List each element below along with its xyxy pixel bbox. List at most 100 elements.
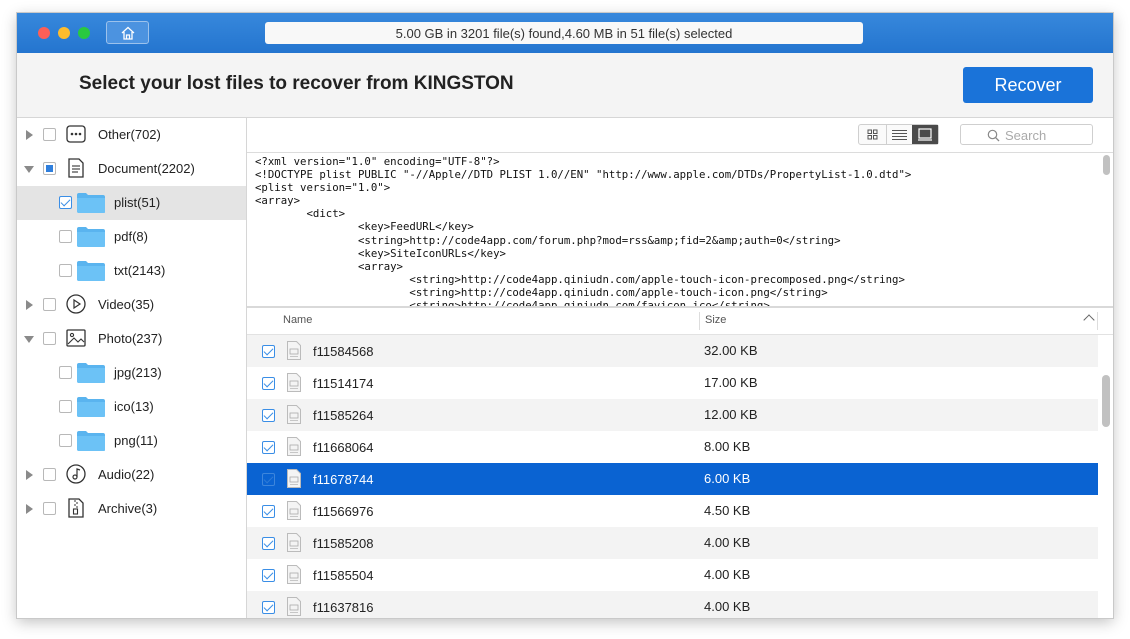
row-checkbox[interactable] [262, 377, 275, 390]
table-row[interactable]: f11584568 32.00 KB [247, 335, 1098, 367]
file-name: f11514174 [313, 376, 374, 391]
file-size: 12.00 KB [704, 407, 758, 422]
file-icon [287, 341, 301, 360]
checkbox[interactable] [43, 502, 56, 515]
row-checkbox[interactable] [262, 441, 275, 454]
row-checkbox[interactable] [262, 505, 275, 518]
file-icon [287, 501, 301, 520]
table-scrollbar[interactable] [1099, 335, 1113, 618]
tree-item-png[interactable]: png(11) [17, 424, 246, 458]
tree-item-label: jpg(213) [114, 365, 162, 380]
column-header-size[interactable]: Size [705, 314, 726, 326]
checkbox[interactable] [43, 468, 56, 481]
tree-item-plist[interactable]: plist(51) [17, 186, 246, 220]
checkbox[interactable] [43, 332, 56, 345]
preview-scrollbar[interactable] [1103, 155, 1110, 299]
file-icon [287, 469, 301, 488]
collapse-arrow-icon[interactable] [24, 166, 34, 173]
tree-item-txt[interactable]: txt(2143) [17, 254, 246, 288]
table-row[interactable]: f11585264 12.00 KB [247, 399, 1098, 431]
checkbox[interactable] [43, 298, 56, 311]
folder-icon [77, 261, 105, 281]
file-size: 17.00 KB [704, 375, 758, 390]
checkbox[interactable] [59, 264, 72, 277]
expand-arrow-icon[interactable] [26, 130, 33, 140]
collapse-arrow-icon[interactable] [24, 336, 34, 343]
search-placeholder: Search [1005, 128, 1047, 143]
row-checkbox[interactable] [262, 601, 275, 614]
column-divider [699, 312, 700, 330]
zip-icon [68, 498, 84, 518]
title-bar: 5.00 GB in 3201 file(s) found,4.60 MB in… [17, 13, 1113, 53]
file-icon [287, 437, 301, 456]
table-row[interactable]: f11637816 4.00 KB [247, 591, 1098, 618]
tree-item-jpg[interactable]: jpg(213) [17, 356, 246, 390]
home-icon [121, 26, 135, 40]
table-scroll-thumb[interactable] [1102, 375, 1110, 427]
table-row[interactable]: f11585208 4.00 KB [247, 527, 1098, 559]
row-checkbox[interactable] [262, 409, 275, 422]
grid-view-button[interactable] [859, 125, 886, 144]
file-name: f11668064 [313, 440, 374, 455]
expand-arrow-icon[interactable] [26, 300, 33, 310]
row-checkbox[interactable] [262, 537, 275, 550]
music-icon [66, 464, 86, 484]
file-preview-pane[interactable]: <?xml version="1.0" encoding="UTF-8"?> <… [247, 153, 1113, 308]
file-name: f11678744 [313, 472, 374, 487]
column-header-name[interactable]: Name [283, 314, 312, 326]
play-icon [66, 294, 86, 314]
row-checkbox[interactable] [262, 345, 275, 358]
search-input[interactable]: Search [960, 124, 1093, 145]
zoom-window-button[interactable] [78, 27, 90, 39]
checkbox[interactable] [59, 230, 72, 243]
tree-item-video[interactable]: Video(35) [17, 288, 246, 322]
row-checkbox[interactable] [262, 473, 275, 486]
file-name: f11585264 [313, 408, 374, 423]
preview-view-button[interactable] [912, 125, 938, 144]
recover-button[interactable]: Recover [963, 67, 1093, 103]
tree-item-other[interactable]: Other(702) [17, 118, 246, 152]
checkbox[interactable] [59, 366, 72, 379]
file-name: f11585208 [313, 536, 374, 551]
search-icon [987, 129, 1000, 142]
folder-icon [77, 431, 105, 451]
table-row[interactable]: f11668064 8.00 KB [247, 431, 1098, 463]
minimize-window-button[interactable] [58, 27, 70, 39]
checkbox[interactable] [43, 162, 56, 175]
tree-item-ico[interactable]: ico(13) [17, 390, 246, 424]
preview-scroll-thumb[interactable] [1103, 155, 1110, 175]
table-row[interactable]: f11566976 4.50 KB [247, 495, 1098, 527]
list-view-button[interactable] [886, 125, 913, 144]
file-icon [287, 533, 301, 552]
file-icon [287, 405, 301, 424]
file-size: 4.00 KB [704, 567, 751, 582]
tree-item-audio[interactable]: Audio(22) [17, 458, 246, 492]
tree-item-photo[interactable]: Photo(237) [17, 322, 246, 356]
close-window-button[interactable] [38, 27, 50, 39]
tree-item-archive[interactable]: Archive(3) [17, 492, 246, 526]
tree-item-pdf[interactable]: pdf(8) [17, 220, 246, 254]
table-row[interactable]: f11514174 17.00 KB [247, 367, 1098, 399]
table-row-selected[interactable]: f11678744 6.00 KB [247, 463, 1098, 495]
view-mode-group [858, 124, 939, 145]
home-button[interactable] [106, 21, 149, 44]
folder-icon [77, 397, 105, 417]
tree-item-label: Video(35) [98, 297, 155, 312]
main-panel: Search <?xml version="1.0" encoding="UTF… [247, 118, 1113, 618]
checkbox[interactable] [43, 128, 56, 141]
tree-item-document[interactable]: Document(2202) [17, 152, 246, 186]
file-name: f11566976 [313, 504, 374, 519]
checkbox[interactable] [59, 434, 72, 447]
row-checkbox[interactable] [262, 569, 275, 582]
checkbox[interactable] [59, 400, 72, 413]
tree-item-label: Audio(22) [98, 467, 155, 482]
sort-ascending-icon[interactable] [1083, 314, 1095, 326]
file-size: 4.00 KB [704, 599, 751, 614]
expand-arrow-icon[interactable] [26, 504, 33, 514]
expand-arrow-icon[interactable] [26, 470, 33, 480]
more-dots-icon [66, 125, 86, 143]
header-bar: Select your lost files to recover from K… [17, 53, 1113, 118]
table-row[interactable]: f11585504 4.00 KB [247, 559, 1098, 591]
checkbox[interactable] [59, 196, 72, 209]
folder-icon [77, 193, 105, 213]
